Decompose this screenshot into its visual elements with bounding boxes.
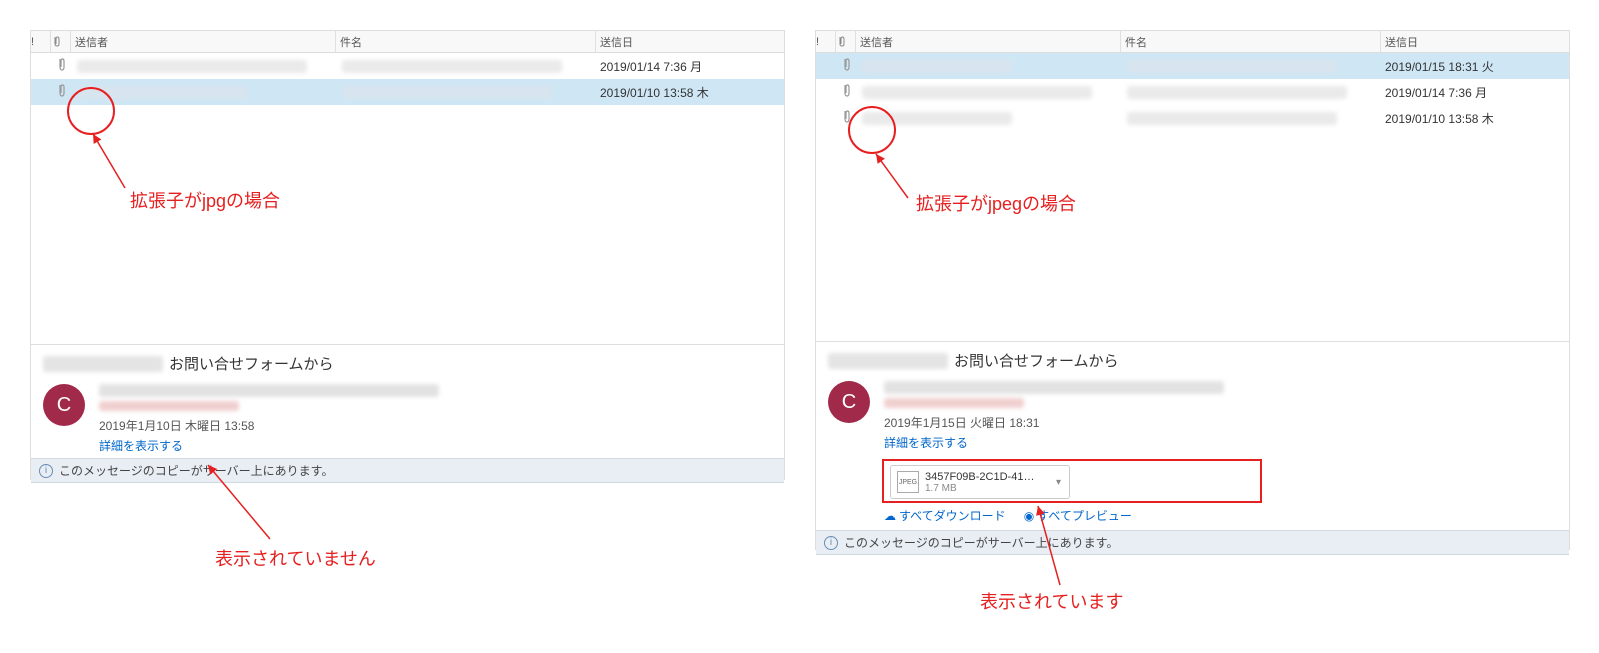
file-jpeg-icon: JPEG — [897, 471, 919, 493]
subject-cell — [1121, 60, 1381, 73]
col-importance[interactable]: ! — [31, 31, 51, 52]
col-subject[interactable]: 件名 — [1121, 31, 1381, 52]
sender-cell — [71, 86, 336, 99]
message-row[interactable]: 2019/01/14 7:36 月 — [31, 53, 784, 79]
chevron-down-icon[interactable]: ▾ — [1054, 477, 1063, 488]
info-bar: i このメッセージのコピーがサーバー上にあります。 — [31, 458, 784, 483]
subject-redacted — [828, 353, 948, 369]
attachment-cell — [836, 58, 856, 75]
col-attachment[interactable] — [51, 31, 71, 52]
sender-email-redacted — [884, 398, 1024, 408]
sender-email-redacted — [99, 401, 239, 411]
attachment-cell — [51, 58, 71, 75]
info-icon: i — [39, 464, 53, 478]
annotation-text-2: 表示されていません — [215, 545, 376, 571]
paperclip-icon — [56, 84, 66, 98]
annotation-text-1: 拡張子がjpgの場合 — [130, 187, 280, 213]
attachment-info: 3457F09B-2C1D-41… 1.7 MB — [925, 471, 1054, 494]
sender-name-redacted — [99, 384, 439, 397]
attachment-size: 1.7 MB — [925, 483, 1054, 494]
subject-cell — [1121, 86, 1381, 99]
annotation-rect: JPEG 3457F09B-2C1D-41… 1.7 MB ▾ — [882, 459, 1262, 503]
message-row[interactable]: 2019/01/14 7:36 月 — [816, 79, 1569, 105]
col-sender[interactable]: 送信者 — [856, 31, 1121, 52]
sender-lines: 2019年1月15日 火曜日 18:31 詳細を表示する — [884, 381, 1224, 451]
col-date[interactable]: 送信日 — [596, 34, 784, 50]
info-text: このメッセージのコピーがサーバー上にあります。 — [59, 462, 333, 479]
preview-date: 2019年1月10日 木曜日 13:58 — [99, 417, 439, 434]
sender-cell — [856, 112, 1121, 125]
preview-pane: お問い合せフォームから C 2019年1月15日 火曜日 18:31 詳細を表示… — [816, 341, 1569, 549]
date-cell: 2019/01/15 18:31 火 — [1381, 58, 1569, 75]
info-icon: i — [824, 536, 838, 550]
paperclip-icon — [841, 58, 851, 72]
col-attachment[interactable] — [836, 31, 856, 52]
preview-title: お問い合せフォームから — [954, 350, 1119, 371]
info-text: このメッセージのコピーがサーバー上にあります。 — [844, 534, 1118, 551]
sender-name-redacted — [884, 381, 1224, 394]
attachment-chip[interactable]: JPEG 3457F09B-2C1D-41… 1.7 MB ▾ — [890, 465, 1070, 499]
message-row[interactable]: 2019/01/10 13:58 木 — [31, 79, 784, 105]
annotation-text-1: 拡張子がjpegの場合 — [916, 190, 1076, 216]
info-bar: i このメッセージのコピーがサーバー上にあります。 — [816, 530, 1569, 555]
show-detail-link[interactable]: 詳細を表示する — [99, 437, 439, 454]
cloud-download-icon: ☁ — [884, 509, 896, 523]
col-sender[interactable]: 送信者 — [71, 31, 336, 52]
avatar: C — [43, 384, 85, 426]
subject-cell — [1121, 112, 1381, 125]
mail-panel-jpg: ! 送信者 件名 送信日 2019/01/14 7:36 月 2019/01/1… — [30, 30, 785, 480]
paperclip-icon — [836, 36, 846, 48]
column-headers: ! 送信者 件名 送信日 — [816, 31, 1569, 53]
preview-title-row: お問い合せフォームから — [816, 342, 1569, 375]
date-cell: 2019/01/14 7:36 月 — [596, 58, 784, 75]
attachment-cell — [51, 84, 71, 101]
attachment-area: JPEG 3457F09B-2C1D-41… 1.7 MB ▾ ☁すべてダウンロ… — [816, 455, 1569, 530]
message-row[interactable]: 2019/01/10 13:58 木 — [816, 105, 1569, 131]
preview-date: 2019年1月15日 火曜日 18:31 — [884, 414, 1224, 431]
avatar: C — [828, 381, 870, 423]
attachment-cell — [836, 110, 856, 127]
attachment-cell — [836, 84, 856, 101]
subject-redacted — [43, 356, 163, 372]
date-cell: 2019/01/10 13:58 木 — [1381, 110, 1569, 127]
sender-block: C 2019年1月15日 火曜日 18:31 詳細を表示する — [816, 375, 1569, 455]
paperclip-icon — [51, 36, 61, 48]
preview-title: お問い合せフォームから — [169, 353, 334, 374]
col-date[interactable]: 送信日 — [1381, 34, 1569, 50]
column-headers: ! 送信者 件名 送信日 — [31, 31, 784, 53]
col-importance[interactable]: ! — [816, 31, 836, 52]
download-all-link[interactable]: ☁すべてダウンロード — [884, 507, 1006, 524]
attachment-actions: ☁すべてダウンロード ◉すべてプレビュー — [882, 507, 1561, 524]
sender-cell — [71, 60, 336, 73]
sender-cell — [856, 60, 1121, 73]
preview-pane: お問い合せフォームから C 2019年1月10日 木曜日 13:58 詳細を表示… — [31, 344, 784, 479]
paperclip-icon — [841, 84, 851, 98]
col-subject[interactable]: 件名 — [336, 31, 596, 52]
preview-all-link[interactable]: ◉すべてプレビュー — [1024, 507, 1132, 524]
message-row[interactable]: 2019/01/15 18:31 火 — [816, 53, 1569, 79]
attachment-name: 3457F09B-2C1D-41… — [925, 471, 1054, 483]
date-cell: 2019/01/14 7:36 月 — [1381, 84, 1569, 101]
sender-cell — [856, 86, 1121, 99]
sender-block: C 2019年1月10日 木曜日 13:58 詳細を表示する — [31, 378, 784, 458]
annotation-text-2: 表示されています — [980, 588, 1123, 614]
mail-panel-jpeg: ! 送信者 件名 送信日 2019/01/15 18:31 火 2019/01/… — [815, 30, 1570, 550]
sender-lines: 2019年1月10日 木曜日 13:58 詳細を表示する — [99, 384, 439, 454]
paperclip-icon — [56, 58, 66, 72]
date-cell: 2019/01/10 13:58 木 — [596, 84, 784, 101]
paperclip-icon — [841, 110, 851, 124]
subject-cell — [336, 86, 596, 99]
preview-title-row: お問い合せフォームから — [31, 345, 784, 378]
show-detail-link[interactable]: 詳細を表示する — [884, 434, 1224, 451]
subject-cell — [336, 60, 596, 73]
eye-icon: ◉ — [1024, 509, 1034, 523]
